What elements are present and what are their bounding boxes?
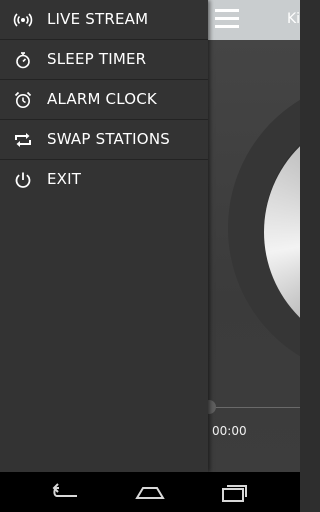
menu-item-label: SWAP STATIONS <box>47 130 170 148</box>
menu-item-swap-stations[interactable]: SWAP STATIONS <box>0 120 208 160</box>
stopwatch-icon <box>13 50 33 70</box>
alarm-clock-icon <box>13 90 33 110</box>
menu-item-label: LIVE STREAM <box>47 10 149 28</box>
progress-thumb[interactable] <box>208 400 216 414</box>
navigation-drawer: LIVE STREAM SLEEP TIMER ALARM CLOCK SWAP… <box>0 0 208 472</box>
app-title: Ki <box>287 11 300 27</box>
player-body: 00:00 <box>208 40 300 472</box>
broadcast-icon <box>13 10 33 30</box>
back-icon[interactable] <box>50 480 82 504</box>
home-icon[interactable] <box>134 480 166 504</box>
screen: Ki 00:00 LIVE STREAM SLEEP TIMER ALARM C… <box>0 0 300 512</box>
swap-arrows-icon <box>13 130 33 150</box>
menu-item-exit[interactable]: EXIT <box>0 160 208 200</box>
progress-track[interactable] <box>208 407 300 408</box>
system-nav-bar <box>0 472 300 512</box>
menu-item-label: EXIT <box>47 170 82 188</box>
menu-item-live-stream[interactable]: LIVE STREAM <box>0 0 208 40</box>
elapsed-time: 00:00 <box>212 424 247 438</box>
power-icon <box>13 170 33 190</box>
menu-item-label: SLEEP TIMER <box>47 50 147 68</box>
menu-hamburger-icon[interactable] <box>215 9 239 29</box>
menu-item-sleep-timer[interactable]: SLEEP TIMER <box>0 40 208 80</box>
menu-item-alarm-clock[interactable]: ALARM CLOCK <box>0 80 208 120</box>
app-header: Ki <box>208 0 300 40</box>
menu-item-label: ALARM CLOCK <box>47 90 157 108</box>
recent-apps-icon[interactable] <box>218 480 250 504</box>
